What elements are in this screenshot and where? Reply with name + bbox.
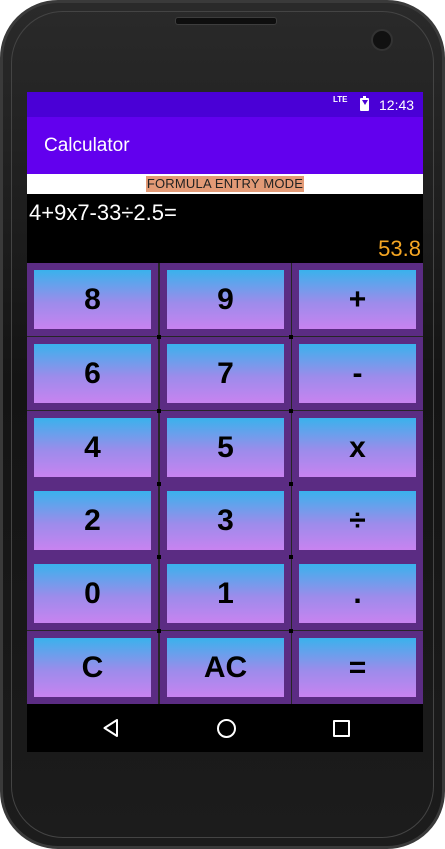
key-multiply[interactable]: x: [299, 418, 416, 477]
separator-dot: [157, 482, 161, 486]
key-frame: .: [292, 557, 423, 630]
separator-dot: [157, 629, 161, 633]
key-3[interactable]: 3: [167, 491, 284, 550]
key-4[interactable]: 4: [34, 418, 151, 477]
key-divide[interactable]: ÷: [299, 491, 416, 550]
key-frame: 3: [160, 484, 291, 557]
separator-dot: [289, 335, 293, 339]
key-6[interactable]: 6: [34, 344, 151, 403]
key-frame: 6: [27, 337, 158, 410]
key-5[interactable]: 5: [167, 418, 284, 477]
key-minus[interactable]: -: [299, 344, 416, 403]
mode-label[interactable]: FORMULA ENTRY MODE: [145, 176, 305, 192]
key-clear[interactable]: C: [34, 638, 151, 697]
recent-apps-square-icon[interactable]: [333, 720, 350, 737]
screen: LTE 12:43 Calculator FORMULA ENTRY MODE …: [27, 92, 423, 752]
key-decimal[interactable]: .: [299, 564, 416, 623]
key-7[interactable]: 7: [167, 344, 284, 403]
separator-dot: [157, 555, 161, 559]
lte-indicator: LTE: [333, 95, 348, 104]
keypad: 8 9 +6 7- 4 5 x 2 3 ÷ 0 1. C AC =: [27, 263, 423, 704]
earpiece-speaker: [175, 17, 277, 25]
front-camera: [371, 29, 393, 51]
key-frame: AC: [160, 631, 291, 704]
phone-frame: LTE 12:43 Calculator FORMULA ENTRY MODE …: [0, 0, 445, 849]
key-frame: 0: [27, 557, 158, 630]
key-8[interactable]: 8: [34, 270, 151, 329]
app-title: Calculator: [44, 135, 130, 156]
key-frame: 8: [27, 263, 158, 336]
separator-dot: [157, 409, 161, 413]
key-frame: C: [27, 631, 158, 704]
separator-dot: [157, 335, 161, 339]
app-bar: Calculator: [27, 117, 423, 174]
separator-dot: [289, 629, 293, 633]
separator-dot: [289, 555, 293, 559]
key-frame: -: [292, 337, 423, 410]
key-frame: x: [292, 411, 423, 484]
key-frame: 9: [160, 263, 291, 336]
key-frame: 5: [160, 411, 291, 484]
key-frame: 4: [27, 411, 158, 484]
key-frame: =: [292, 631, 423, 704]
key-9[interactable]: 9: [167, 270, 284, 329]
key-all-clear[interactable]: AC: [167, 638, 284, 697]
battery-charging-icon: [360, 96, 369, 111]
key-frame: 2: [27, 484, 158, 557]
home-circle-icon[interactable]: [217, 719, 236, 738]
navigation-bar: [27, 704, 423, 752]
key-equals[interactable]: =: [299, 638, 416, 697]
key-frame: +: [292, 263, 423, 336]
back-triangle-icon[interactable]: [103, 719, 119, 737]
key-frame: ÷: [292, 484, 423, 557]
separator-dot: [289, 409, 293, 413]
status-bar: LTE 12:43: [27, 92, 423, 117]
result-display: 53.8: [378, 236, 421, 261]
key-2[interactable]: 2: [34, 491, 151, 550]
key-frame: 1: [160, 557, 291, 630]
key-0[interactable]: 0: [34, 564, 151, 623]
key-plus[interactable]: +: [299, 270, 416, 329]
mode-strip: FORMULA ENTRY MODE: [27, 174, 423, 194]
key-frame: 7: [160, 337, 291, 410]
separator-dot: [289, 482, 293, 486]
formula-display: 4+9x7-33÷2.5=: [29, 200, 177, 225]
status-time: 12:43: [379, 97, 415, 113]
key-1[interactable]: 1: [167, 564, 284, 623]
